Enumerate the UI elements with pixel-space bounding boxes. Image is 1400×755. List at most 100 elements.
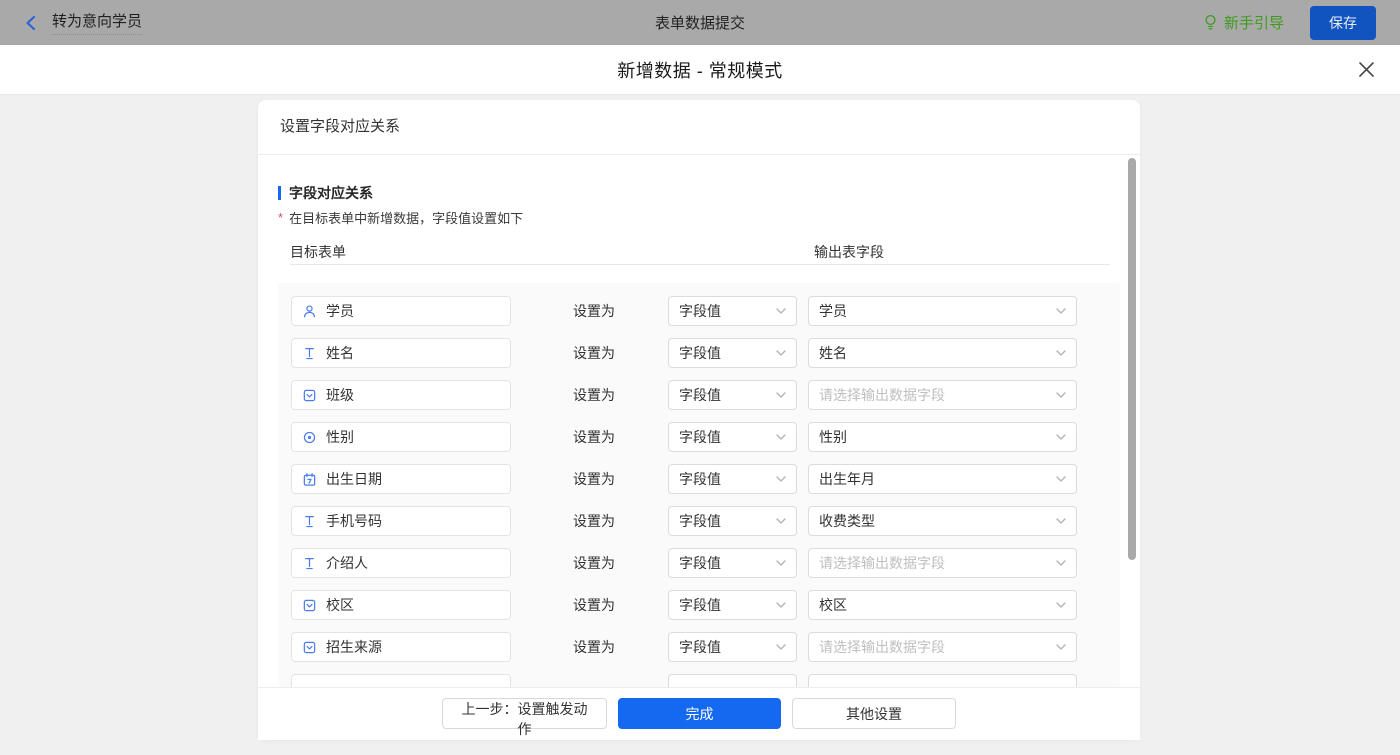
- value-mode-value: 字段值: [679, 345, 721, 361]
- modal-header: 新增数据 - 常规模式: [0, 45, 1400, 95]
- chevron-down-icon: [776, 350, 786, 356]
- required-note: * 在目标表单中新增数据，字段值设置如下: [278, 210, 1120, 226]
- value-mode-value: 字段值: [679, 387, 721, 403]
- done-button[interactable]: 完成: [618, 698, 781, 729]
- text-input-icon: [302, 346, 317, 361]
- column-headers: 目标表单 输出表字段: [278, 242, 1120, 260]
- output-field-select[interactable]: 学员: [808, 296, 1077, 326]
- guide-link[interactable]: 新手引导: [1203, 12, 1284, 33]
- output-field-select[interactable]: 性别: [808, 422, 1077, 452]
- value-mode-value: 字段值: [679, 429, 721, 445]
- mapping-row: 学员 设置为 字段值 学员: [291, 296, 1120, 326]
- target-field-label: 招生来源: [326, 639, 382, 655]
- mapping-row: 出生日期 设置为 字段值 出生年月: [291, 464, 1120, 494]
- target-field-label: 介绍人: [326, 555, 368, 571]
- output-field-value: 学员: [819, 303, 847, 319]
- target-field-box: 出生日期: [291, 464, 511, 494]
- mapping-row: 介绍人 设置为 字段值 请选择输出数据字段: [291, 548, 1120, 578]
- value-mode-value: 字段值: [679, 555, 721, 571]
- person-icon: [302, 304, 317, 319]
- output-field-select[interactable]: 校区: [808, 590, 1077, 620]
- column-target-form: 目标表单: [290, 244, 346, 260]
- chevron-down-icon: [1056, 560, 1066, 566]
- target-field-box: 手机号码: [291, 506, 511, 536]
- output-field-select[interactable]: 请选择输出数据字段: [808, 548, 1077, 578]
- set-as-label: 设置为: [573, 345, 615, 361]
- chevron-down-icon: [1056, 434, 1066, 440]
- value-mode-select[interactable]: 字段值: [668, 422, 797, 452]
- target-field-box: 学员: [291, 296, 511, 326]
- prev-step-button[interactable]: 上一步：设置触发动作: [442, 698, 607, 737]
- target-field-label: 姓名: [326, 345, 354, 361]
- save-button[interactable]: 保存: [1310, 5, 1376, 40]
- chevron-down-icon: [1056, 644, 1066, 650]
- chevron-down-icon: [1056, 518, 1066, 524]
- section-accent-bar: [278, 186, 281, 200]
- chevron-down-icon: [776, 644, 786, 650]
- chevron-down-icon: [776, 308, 786, 314]
- select-icon: [302, 640, 317, 655]
- card-title: 设置字段对应关系: [258, 100, 1140, 155]
- value-mode-select[interactable]: 字段值: [668, 506, 797, 536]
- text-input-icon: [302, 514, 317, 529]
- output-field-value: 校区: [819, 597, 847, 613]
- scrollbar[interactable]: [1128, 158, 1136, 560]
- output-field-select[interactable]: 收费类型: [808, 506, 1077, 536]
- output-field-value: 请选择输出数据字段: [819, 639, 945, 655]
- lightbulb-icon: [1205, 14, 1216, 30]
- chevron-down-icon: [1056, 602, 1066, 608]
- target-field-box: 校区: [291, 590, 511, 620]
- target-field-label: 学员: [326, 303, 354, 319]
- target-field-label: 班级: [326, 387, 354, 403]
- output-field-value: 姓名: [819, 345, 847, 361]
- chevron-down-icon: [1056, 392, 1066, 398]
- text-input-icon: [302, 556, 317, 571]
- target-field-label: 手机号码: [326, 513, 382, 529]
- mapping-row: 招生来源 设置为 字段值 请选择输出数据字段: [291, 632, 1120, 662]
- output-field-value: 请选择输出数据字段: [819, 387, 945, 403]
- value-mode-select[interactable]: 字段值: [668, 548, 797, 578]
- chevron-left-icon: [26, 15, 36, 30]
- value-mode-select[interactable]: 字段值: [668, 296, 797, 326]
- value-mode-select[interactable]: [668, 674, 797, 687]
- value-mode-select[interactable]: 字段值: [668, 632, 797, 662]
- output-field-select[interactable]: 请选择输出数据字段: [808, 632, 1077, 662]
- target-field-label: 性别: [326, 429, 354, 445]
- target-field-box: 姓名: [291, 338, 511, 368]
- radio-icon: [302, 430, 317, 445]
- header-divider: [290, 264, 1110, 265]
- value-mode-select[interactable]: 字段值: [668, 338, 797, 368]
- value-mode-select[interactable]: 字段值: [668, 380, 797, 410]
- mapping-row: [291, 674, 1120, 687]
- mapping-row: 校区 设置为 字段值 校区: [291, 590, 1120, 620]
- output-field-select[interactable]: 姓名: [808, 338, 1077, 368]
- chevron-down-icon: [776, 560, 786, 566]
- select-icon: [302, 598, 317, 613]
- output-field-select[interactable]: [808, 674, 1077, 687]
- value-mode-value: 字段值: [679, 597, 721, 613]
- back-button[interactable]: [24, 15, 38, 31]
- section-title: 字段对应关系: [278, 185, 1120, 201]
- set-as-label: 设置为: [573, 639, 615, 655]
- set-as-label: 设置为: [573, 387, 615, 403]
- value-mode-select[interactable]: 字段值: [668, 590, 797, 620]
- value-mode-value: 字段值: [679, 639, 721, 655]
- set-as-label: 设置为: [573, 429, 615, 445]
- target-field-label: 出生日期: [326, 471, 382, 487]
- set-as-label: 设置为: [573, 513, 615, 529]
- output-field-select[interactable]: 请选择输出数据字段: [808, 380, 1077, 410]
- output-field-select[interactable]: 出生年月: [808, 464, 1077, 494]
- flow-title[interactable]: 转为意向学员: [52, 10, 143, 35]
- chevron-down-icon: [776, 476, 786, 482]
- field-mapping-card: 设置字段对应关系 字段对应关系 * 在目标表单中新增数据，字段值设置如下 目标表…: [258, 100, 1140, 740]
- other-settings-button[interactable]: 其他设置: [792, 698, 956, 729]
- note-text: 在目标表单中新增数据，字段值设置如下: [289, 211, 524, 226]
- top-navigation-bar: 转为意向学员 表单数据提交 新手引导 保存: [0, 0, 1400, 45]
- value-mode-select[interactable]: 字段值: [668, 464, 797, 494]
- chevron-down-icon: [1056, 350, 1066, 356]
- select-icon: [302, 388, 317, 403]
- target-field-box: 班级: [291, 380, 511, 410]
- close-icon[interactable]: [1356, 60, 1376, 80]
- column-output-fields: 输出表字段: [814, 244, 884, 260]
- modal-title: 新增数据 - 常规模式: [617, 60, 783, 81]
